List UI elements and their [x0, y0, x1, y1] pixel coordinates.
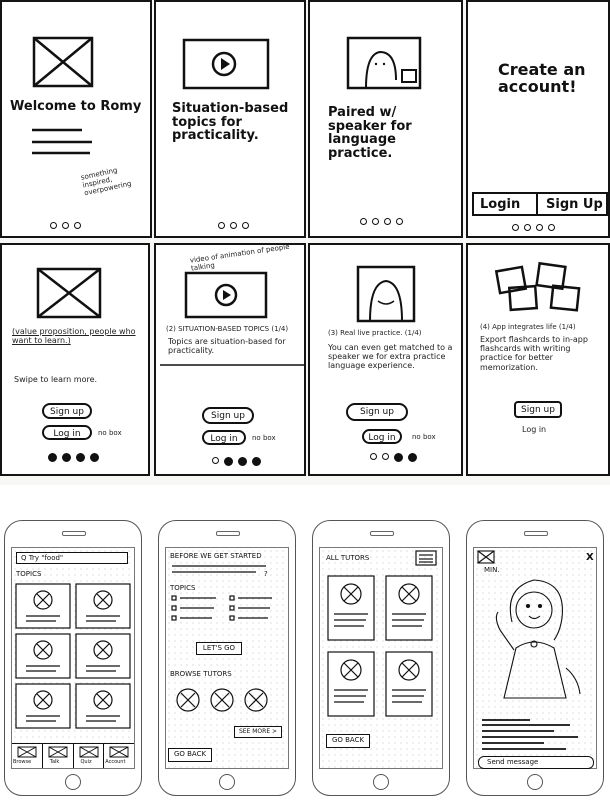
page-dots	[370, 453, 417, 462]
panel-create-account: Create an account! Login Sign Up	[466, 0, 610, 238]
page-dots	[512, 224, 555, 231]
filter-icon	[415, 550, 437, 566]
panel-topics: Situation-based topics for practicality.	[154, 0, 306, 238]
tab-talk[interactable]: Talk	[43, 744, 74, 768]
panel-live-practice: (3) Real live practice. (1/4) You can ev…	[308, 243, 463, 476]
signup-button[interactable]: Sign Up	[546, 198, 603, 212]
tab-browse[interactable]: Browse	[12, 744, 43, 768]
tab-placeholder-icon	[48, 746, 68, 758]
panel6-heading: (2) SITUATION-BASED TOPICS (1/4)	[166, 325, 289, 333]
panel7-body: You can even get matched to a speaker we…	[328, 343, 453, 371]
tab-account-label: Account	[105, 759, 126, 765]
home-button-icon	[373, 774, 389, 790]
tab-browse-label: Browse	[13, 759, 32, 765]
go-back-button[interactable]: GO BACK	[168, 748, 212, 762]
tab-bar: Browse Talk Quiz Account	[12, 743, 134, 768]
panel8-body: Export flashcards to in-app flashcards w…	[480, 335, 588, 372]
browse-tutors-label: BROWSE TUTORS	[170, 670, 232, 678]
tab-account[interactable]: Account	[104, 744, 134, 768]
call-screen: MIN. X Send message	[473, 547, 597, 769]
phone-all-tutors: ALL TUTORS GO BACK	[312, 520, 450, 796]
onboarding-screen: BEFORE WE GET STARTED ? TOPICS LET'S GO …	[165, 547, 289, 769]
panel8-heading: (4) App integrates life (1/4)	[480, 323, 576, 331]
tutor-grid	[327, 550, 437, 717]
phone-onboarding: BEFORE WE GET STARTED ? TOPICS LET'S GO …	[158, 520, 296, 796]
tab-quiz-label: Quiz	[80, 759, 92, 765]
message-input[interactable]: Send message	[478, 756, 594, 769]
tutor-video-feed	[477, 550, 581, 750]
page-dots	[212, 457, 261, 466]
panel-welcome: Welcome to Romy something inspired, over…	[0, 0, 152, 238]
panel-value-prop: (value proposition, people who want to l…	[0, 243, 150, 476]
browse-screen: Q Try "food" TOPICS Browse Talk Quiz Acc…	[11, 547, 135, 769]
page-dots	[218, 222, 249, 229]
phone-video-call: MIN. X Send message	[466, 520, 604, 796]
tutors-screen: ALL TUTORS GO BACK	[319, 547, 443, 769]
no-box-note: no box	[252, 434, 276, 442]
panel-integrates-life: (4) App integrates life (1/4) Export fla…	[466, 243, 610, 476]
tab-placeholder-icon	[17, 746, 37, 758]
phone-browse: Q Try "food" TOPICS Browse Talk Quiz Acc…	[4, 520, 142, 796]
signup-button[interactable]: Sign up	[202, 407, 254, 424]
home-button-icon	[65, 774, 81, 790]
tab-quiz[interactable]: Quiz	[74, 744, 105, 768]
page-dots	[360, 218, 403, 225]
panel3-title: Paired w/ speaker for language practice.	[328, 105, 412, 161]
no-box-note: no box	[412, 433, 436, 441]
panel7-heading: (3) Real live practice. (1/4)	[328, 329, 422, 337]
signup-button[interactable]: Sign up	[514, 401, 562, 418]
go-back-button[interactable]: GO BACK	[326, 734, 370, 748]
login-button[interactable]: Log in	[202, 430, 246, 445]
panel4-title: Create an account!	[498, 60, 586, 96]
tab-placeholder-icon	[79, 746, 98, 758]
home-button-icon	[219, 774, 235, 790]
close-icon[interactable]: X	[586, 552, 594, 563]
page-dots	[48, 453, 99, 462]
topic-cards-grid	[15, 583, 131, 729]
login-link[interactable]: Log in	[522, 425, 546, 434]
panel2-title: Situation-based topics for practicality.	[172, 101, 289, 144]
image-placeholder-icon	[36, 267, 102, 319]
panel5-caption: (value proposition, people who want to l…	[12, 327, 136, 346]
tab-talk-label: Talk	[49, 759, 60, 765]
image-placeholder-icon	[32, 36, 94, 155]
panel1-title: Welcome to Romy	[10, 99, 142, 114]
signup-button[interactable]: Sign up	[42, 403, 92, 419]
auth-bar: Login Sign Up	[472, 192, 608, 216]
panel-topics-detail: video of animation of people talking (2)…	[154, 243, 306, 476]
login-button[interactable]: Log in	[362, 429, 402, 444]
signup-button[interactable]: Sign up	[346, 403, 408, 421]
panel5-sub: Swipe to learn more.	[14, 375, 98, 384]
login-button[interactable]: Login	[480, 198, 520, 212]
minimize-label[interactable]: MIN.	[484, 566, 500, 574]
see-more-button[interactable]: SEE MORE >	[234, 726, 282, 738]
panel6-body: Topics are situation-based for practical…	[168, 337, 286, 356]
tab-placeholder-icon	[109, 746, 129, 758]
no-box-note: no box	[98, 429, 122, 437]
lets-go-button[interactable]: LET'S GO	[196, 642, 242, 655]
panel-speaker: Paired w/ speaker for language practice.	[308, 0, 463, 238]
sketch-sheet: Welcome to Romy something inspired, over…	[0, 0, 610, 485]
home-button-icon	[527, 774, 543, 790]
page-dots	[50, 222, 81, 229]
login-button[interactable]: Log in	[42, 425, 92, 440]
